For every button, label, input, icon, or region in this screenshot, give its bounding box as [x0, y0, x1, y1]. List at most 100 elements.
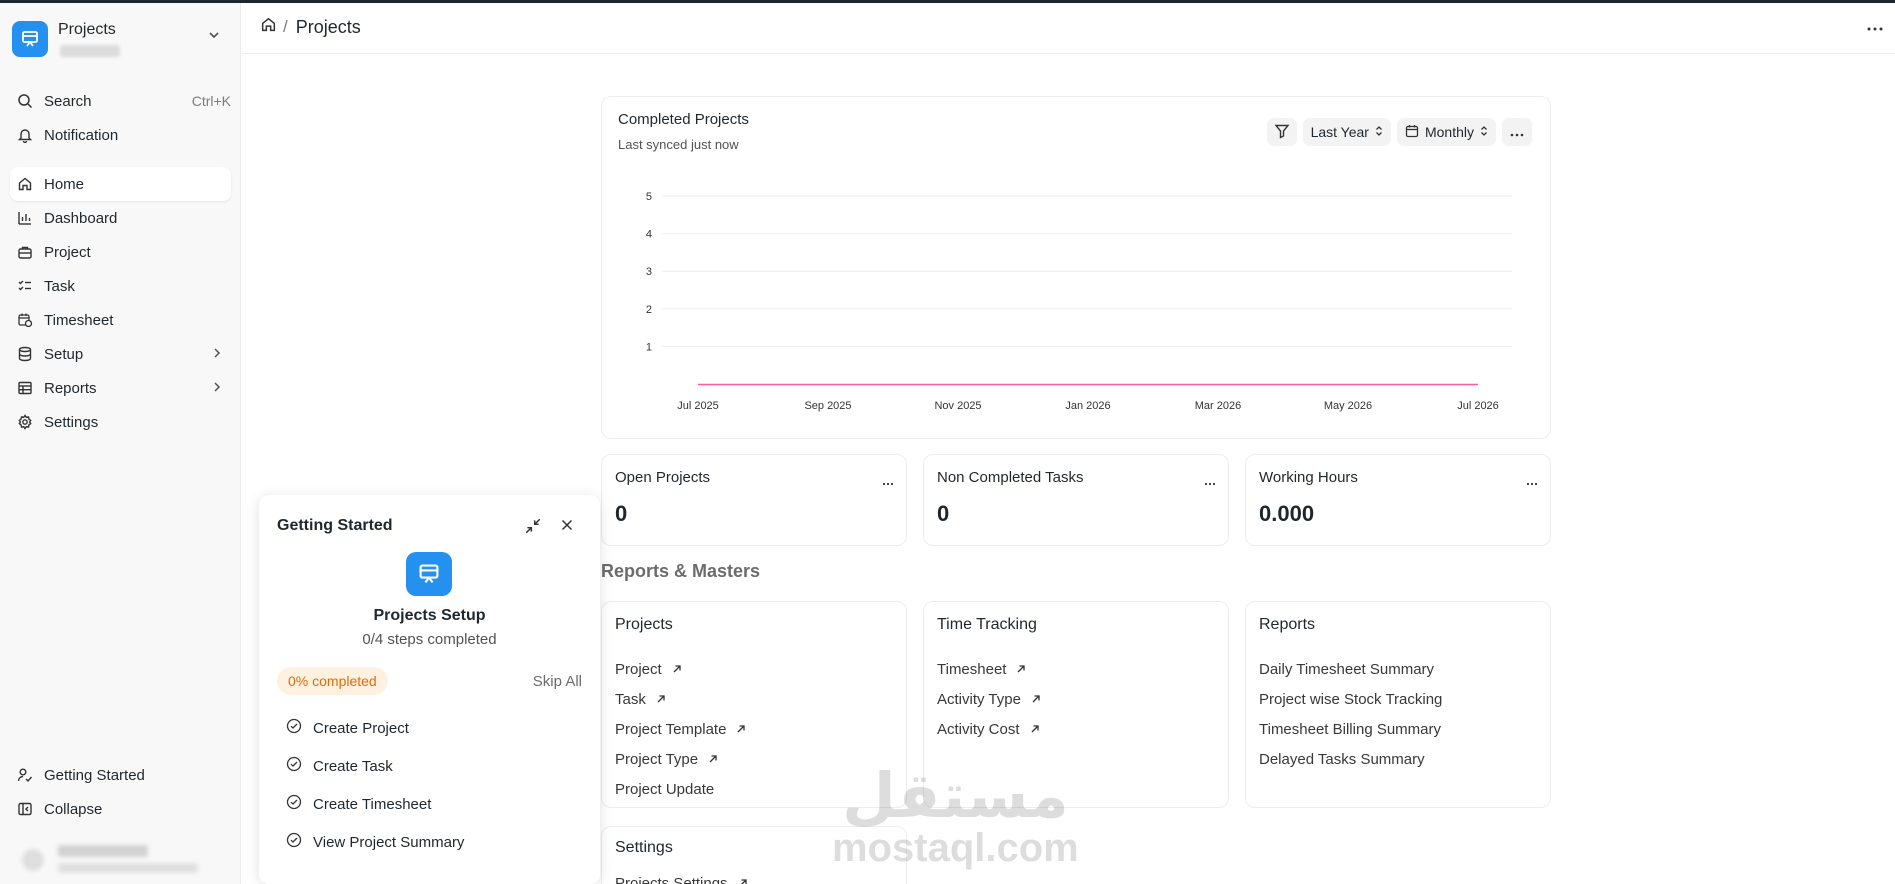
avatar	[22, 849, 44, 871]
check-circle-icon	[286, 718, 302, 738]
bell-icon	[16, 126, 34, 144]
more-options-icon[interactable]	[1526, 473, 1538, 491]
link-project-type[interactable]: Project Type	[615, 744, 746, 774]
getting-started-label: Getting Started	[44, 766, 145, 784]
calendar-clock-icon	[16, 311, 34, 329]
app-subtitle-redacted	[60, 45, 120, 57]
step-view-project-summary[interactable]: View Project Summary	[286, 823, 464, 861]
gear-icon	[16, 413, 34, 431]
sidebar-item-settings[interactable]: Settings	[10, 405, 231, 439]
link-projects-settings[interactable]: Projects Settings	[615, 875, 748, 884]
sidebar-collapse-button[interactable]: Collapse	[10, 792, 231, 826]
home-icon[interactable]	[260, 16, 277, 38]
sidebar-collapse-icon	[16, 800, 34, 818]
number-card-label: Working Hours	[1259, 469, 1358, 486]
more-options-icon[interactable]	[1204, 473, 1216, 491]
page-header: / Projects	[242, 3, 1895, 54]
arrow-up-right-icon	[1030, 721, 1040, 738]
step-create-task[interactable]: Create Task	[286, 747, 464, 785]
database-icon	[16, 345, 34, 363]
breadcrumb-separator: /	[283, 17, 288, 36]
link-project-template[interactable]: Project Template	[615, 714, 746, 744]
section-title: Reports & Masters	[601, 561, 761, 581]
arrow-up-right-icon	[738, 875, 748, 884]
search-button[interactable]: Search Ctrl+K	[10, 84, 231, 118]
non-completed-tasks-card[interactable]: Non Completed Tasks 0	[923, 454, 1229, 546]
search-shortcut: Ctrl+K	[191, 93, 231, 109]
app-switcher[interactable]: Projects	[12, 17, 226, 65]
sidebar-item-label: Dashboard	[44, 209, 118, 227]
x-tick-label: Nov 2025	[934, 400, 981, 412]
notification-button[interactable]: Notification	[10, 118, 231, 152]
link-timesheet-billing-summary[interactable]: Timesheet Billing Summary	[1259, 714, 1442, 744]
y-tick-label: 5	[646, 191, 652, 203]
page-title[interactable]: Projects	[296, 17, 361, 38]
sidebar-item-label: Settings	[44, 413, 99, 431]
y-tick-label: 1	[646, 341, 652, 353]
search-icon	[16, 92, 34, 110]
sidebar-item-task[interactable]: Task	[10, 269, 231, 303]
check-circle-icon	[286, 756, 302, 776]
open-projects-card[interactable]: Open Projects 0	[601, 454, 907, 546]
settings-links-card: Settings Projects Settings	[601, 826, 907, 884]
chevron-right-icon	[211, 380, 223, 397]
more-options-icon[interactable]	[882, 473, 894, 491]
sidebar-item-label: Home	[44, 175, 85, 193]
chevron-down-icon[interactable]	[206, 27, 222, 48]
y-tick-label: 3	[646, 266, 652, 278]
breadcrumb: / Projects	[260, 16, 361, 38]
sidebar-item-home[interactable]: Home	[10, 167, 231, 201]
link-project-wise-stock-tracking[interactable]: Project wise Stock Tracking	[1259, 684, 1442, 714]
link-delayed-tasks-summary[interactable]: Delayed Tasks Summary	[1259, 744, 1442, 774]
working-hours-card[interactable]: Working Hours 0.000	[1245, 454, 1551, 546]
sidebar-item-dashboard[interactable]: Dashboard	[10, 201, 231, 235]
sidebar-item-reports[interactable]: Reports	[10, 371, 231, 405]
sidebar-item-setup[interactable]: Setup	[10, 337, 231, 371]
sidebar-item-project[interactable]: Project	[10, 235, 231, 269]
steps-progress-text: 0/4 steps completed	[362, 631, 497, 648]
y-tick-label: 4	[646, 229, 652, 241]
more-options-icon[interactable]	[1863, 19, 1887, 39]
x-tick-label: Jul 2025	[677, 400, 719, 412]
link-timesheet[interactable]: Timesheet	[937, 654, 1041, 684]
skip-all-button[interactable]: Skip All	[533, 673, 582, 690]
card-heading: Projects	[615, 616, 673, 633]
link-activity-cost[interactable]: Activity Cost	[937, 714, 1041, 744]
notification-label: Notification	[44, 126, 119, 144]
link-task[interactable]: Task	[615, 684, 746, 714]
projects-app-logo-icon	[406, 552, 452, 596]
card-heading: Time Tracking	[937, 616, 1037, 633]
link-daily-timesheet-summary[interactable]: Daily Timesheet Summary	[1259, 654, 1442, 684]
x-tick-label: May 2026	[1324, 400, 1372, 412]
panel-title: Getting Started	[277, 517, 393, 534]
number-card-value: 0	[937, 501, 950, 526]
sidebar-item-label: Timesheet	[44, 311, 114, 329]
sidebar-item-label: Reports	[44, 379, 97, 397]
user-check-icon	[16, 766, 34, 784]
link-activity-type[interactable]: Activity Type	[937, 684, 1041, 714]
y-tick-label: 2	[646, 304, 652, 316]
number-card-label: Non Completed Tasks	[937, 469, 1084, 486]
app-name: Projects	[58, 21, 116, 38]
sidebar-item-timesheet[interactable]: Timesheet	[10, 303, 231, 337]
table-icon	[16, 379, 34, 397]
link-project[interactable]: Project	[615, 654, 746, 684]
minimize-icon[interactable]	[524, 517, 542, 540]
step-create-project[interactable]: Create Project	[286, 709, 464, 747]
completed-projects-chart-card: Completed Projects Last synced just now …	[601, 96, 1551, 439]
user-profile-redacted[interactable]	[18, 841, 208, 877]
sidebar-getting-started[interactable]: Getting Started	[10, 758, 231, 792]
link-project-update[interactable]: Project Update	[615, 774, 746, 804]
arrow-up-right-icon	[656, 691, 666, 708]
x-tick-label: Jul 2026	[1457, 400, 1499, 412]
number-card-value: 0	[615, 501, 628, 526]
arrow-up-right-icon	[708, 751, 718, 768]
setup-name: Projects Setup	[373, 607, 486, 624]
sidebar-item-label: Project	[44, 243, 91, 261]
close-icon[interactable]	[559, 517, 575, 538]
card-heading: Settings	[615, 839, 673, 856]
projects-app-logo-icon	[12, 21, 48, 57]
getting-started-panel: Getting Started Projects Setup 0/4 steps…	[259, 495, 600, 884]
x-tick-label: Jan 2026	[1065, 400, 1110, 412]
step-create-timesheet[interactable]: Create Timesheet	[286, 785, 464, 823]
